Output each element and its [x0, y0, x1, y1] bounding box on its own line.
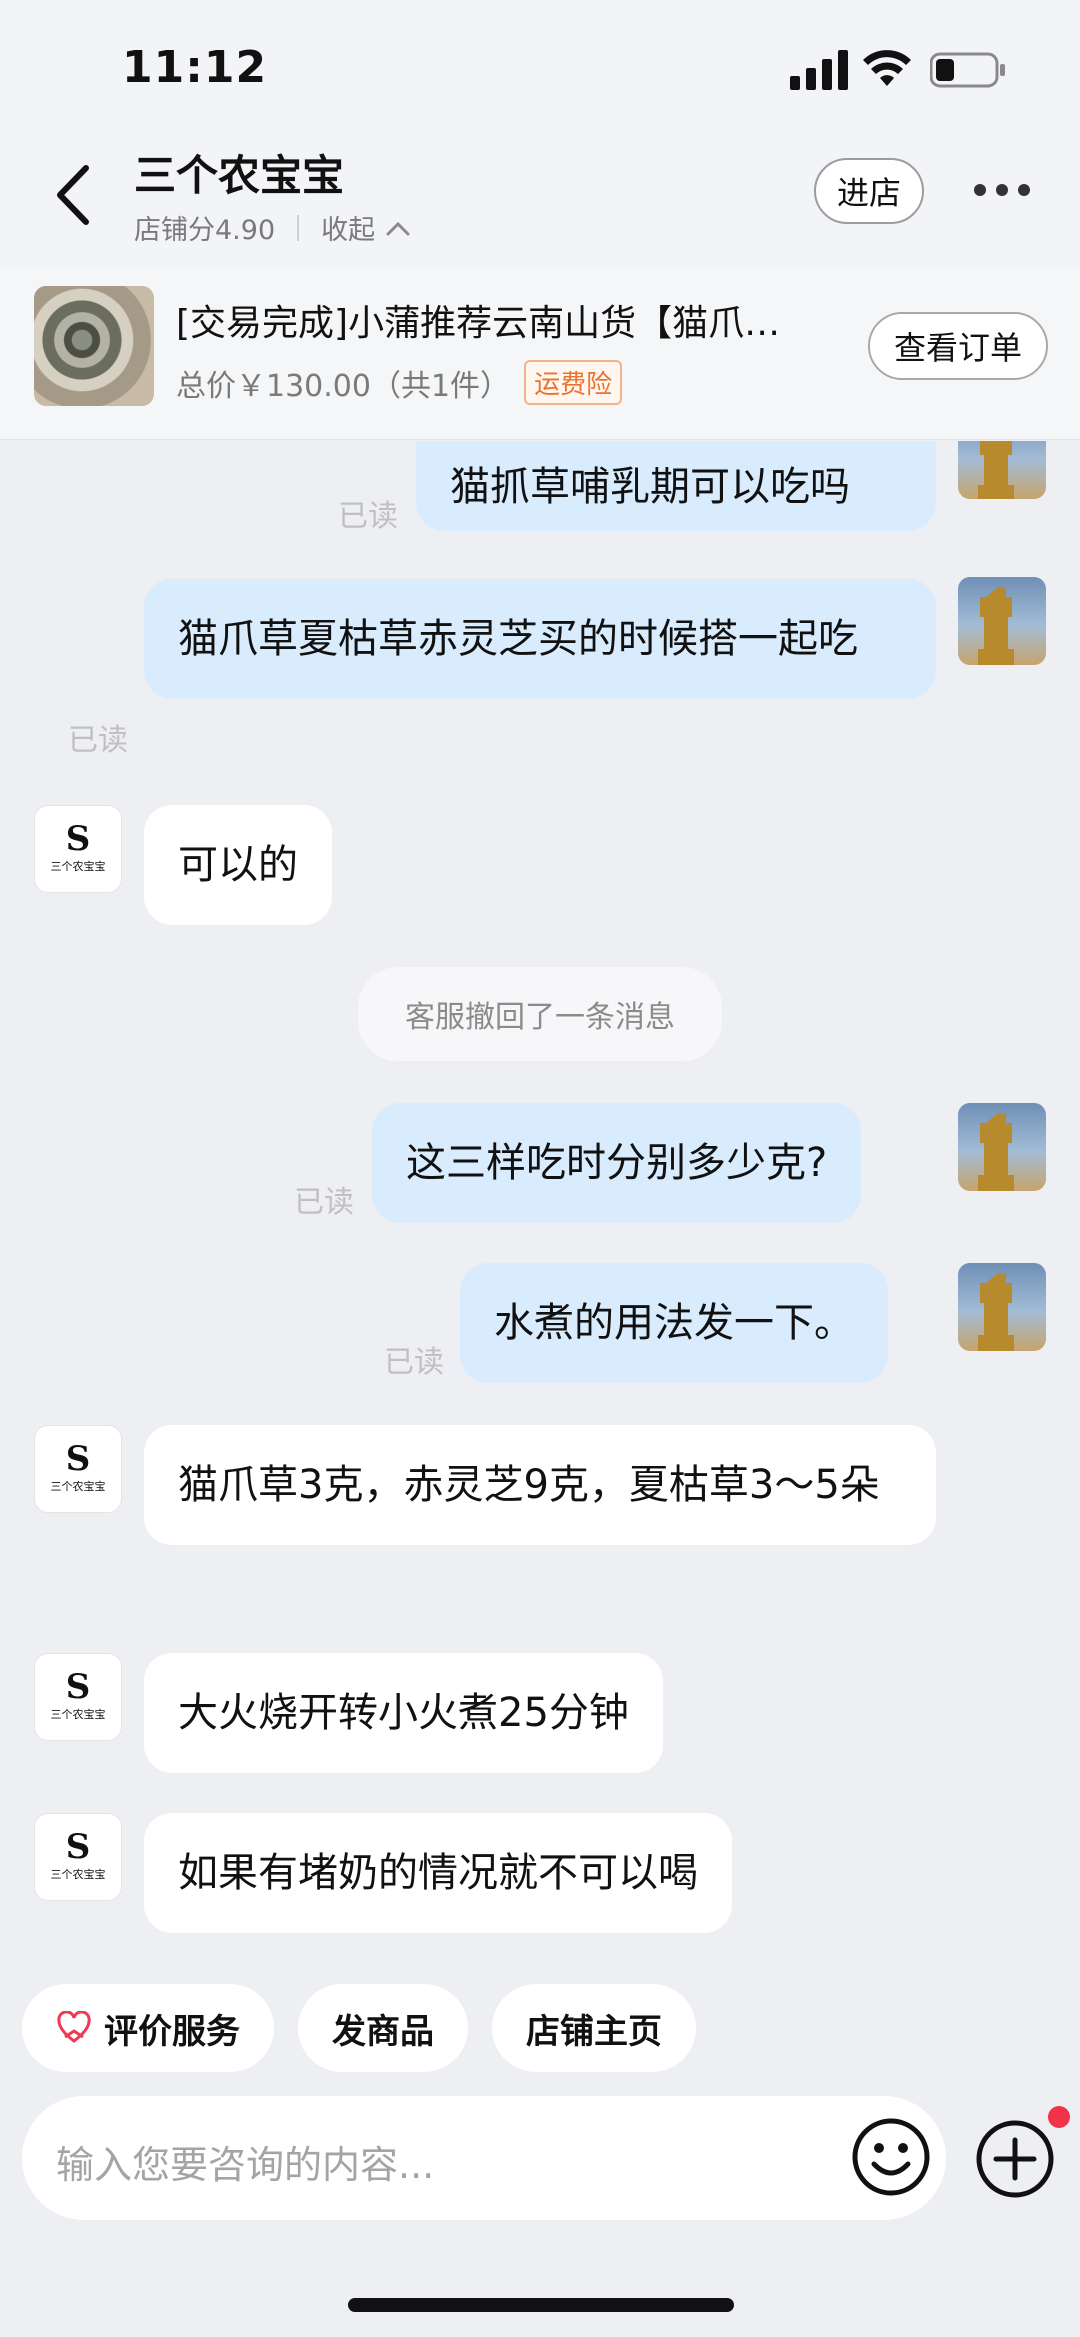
message-text: 这三样吃时分别多少克? — [406, 1140, 828, 1186]
shop-name[interactable]: 三个农宝宝 — [134, 142, 344, 203]
read-receipt: 已读 — [294, 1185, 354, 1220]
shop-logo-mark: S — [65, 1439, 91, 1479]
shop-logo-mark: S — [65, 1827, 91, 1867]
order-title: [交易完成]小蒲推荐云南山货【猫爪… — [176, 303, 781, 344]
home-indicator[interactable] — [348, 2298, 734, 2312]
divider — [297, 214, 300, 241]
user-avatar[interactable] — [958, 1263, 1046, 1351]
notification-dot — [1048, 2106, 1070, 2128]
shop-logo-name: 三个农宝宝 — [50, 1480, 106, 1493]
product-thumbnail[interactable] — [34, 286, 154, 406]
quick-actions: 评价服务 发商品 店铺主页 — [22, 1984, 696, 2074]
store-home-chip[interactable]: 店铺主页 — [492, 1984, 696, 2072]
view-order-button[interactable]: 查看订单 — [868, 312, 1048, 380]
add-attachment-icon[interactable] — [972, 2116, 1058, 2202]
message-bubble[interactable]: 猫爪草夏枯草赤灵芝买的时候搭一起吃 — [144, 579, 936, 699]
more-options-icon[interactable] — [972, 178, 1032, 202]
back-arrow-icon[interactable] — [50, 160, 96, 230]
enter-store-button[interactable]: 进店 — [814, 158, 924, 224]
chat-header: 三个农宝宝 店铺分4.90 收起 进店 — [0, 130, 1080, 270]
statue-icon — [978, 441, 1014, 499]
chevron-up-icon — [386, 221, 410, 235]
order-price-row: 总价￥130.00（共1件） 运费险 — [176, 360, 623, 405]
message-text: 猫抓草哺乳期可以吃吗 — [450, 464, 850, 510]
read-receipt: 已读 — [338, 499, 398, 534]
freight-insurance-tag: 运费险 — [524, 360, 623, 405]
status-bar: 11:12 — [0, 0, 1080, 130]
chip-label: 评价服务 — [104, 2011, 240, 2052]
emoji-icon[interactable] — [848, 2114, 934, 2200]
message-bubble[interactable]: 水煮的用法发一下。 — [460, 1263, 888, 1383]
shop-avatar[interactable]: S 三个农宝宝 — [34, 805, 122, 893]
message-text: 大火烧开转小火煮25分钟 — [178, 1690, 629, 1736]
heart-hand-icon — [57, 2011, 91, 2043]
statue-icon — [978, 587, 1014, 665]
input-placeholder: 输入您要咨询的内容... — [56, 2143, 435, 2187]
statue-icon — [978, 1113, 1014, 1191]
system-notice: 客服撤回了一条消息 — [358, 967, 722, 1061]
chip-label: 店铺主页 — [526, 2011, 662, 2052]
chat-messages[interactable]: 猫抓草哺乳期可以吃吗 已读 猫爪草夏枯草赤灵芝买的时候搭一起吃 已读 S 三个农… — [0, 441, 1080, 1981]
message-text: 可以的 — [178, 842, 298, 888]
read-receipt: 已读 — [384, 1345, 444, 1380]
shop-logo-name: 三个农宝宝 — [50, 1708, 106, 1721]
message-bubble[interactable]: 猫抓草哺乳期可以吃吗 — [416, 441, 936, 531]
cellular-signal-icon — [790, 50, 848, 90]
message-text: 猫爪草3克，赤灵芝9克，夏枯草3～5朵 — [178, 1462, 880, 1508]
collapse-label: 收起 — [321, 215, 376, 246]
message-text: 水煮的用法发一下。 — [494, 1300, 854, 1346]
message-bubble[interactable]: 大火烧开转小火煮25分钟 — [144, 1653, 663, 1773]
chip-label: 发商品 — [332, 2011, 434, 2052]
message-bubble[interactable]: 猫爪草3克，赤灵芝9克，夏枯草3～5朵 — [144, 1425, 936, 1545]
send-product-chip[interactable]: 发商品 — [298, 1984, 468, 2072]
battery-icon — [930, 52, 1005, 88]
shop-avatar[interactable]: S 三个农宝宝 — [34, 1813, 122, 1901]
rate-service-chip[interactable]: 评价服务 — [22, 1984, 274, 2072]
shop-info-row: 店铺分4.90 收起 — [134, 208, 411, 247]
order-price: 总价￥130.00（共1件） — [176, 368, 511, 404]
status-time: 11:12 — [122, 42, 268, 93]
shop-logo-name: 三个农宝宝 — [50, 860, 106, 873]
message-text: 如果有堵奶的情况就不可以喝 — [178, 1850, 698, 1896]
message-input[interactable]: 输入您要咨询的内容... — [22, 2096, 946, 2220]
shop-logo-name: 三个农宝宝 — [50, 1868, 106, 1881]
shop-avatar[interactable]: S 三个农宝宝 — [34, 1425, 122, 1513]
order-card[interactable]: [交易完成]小蒲推荐云南山货【猫爪… 总价￥130.00（共1件） 运费险 查看… — [0, 270, 1080, 440]
user-avatar[interactable] — [958, 1103, 1046, 1191]
message-bubble[interactable]: 这三样吃时分别多少克? — [372, 1103, 862, 1223]
shop-avatar[interactable]: S 三个农宝宝 — [34, 1653, 122, 1741]
shop-logo-mark: S — [65, 1667, 91, 1707]
message-text: 猫爪草夏枯草赤灵芝买的时候搭一起吃 — [178, 616, 858, 662]
message-bubble[interactable]: 可以的 — [144, 805, 332, 925]
shop-logo-mark: S — [65, 819, 91, 859]
message-bubble[interactable]: 如果有堵奶的情况就不可以喝 — [144, 1813, 732, 1933]
user-avatar[interactable] — [958, 441, 1046, 499]
wifi-icon — [863, 50, 911, 86]
user-avatar[interactable] — [958, 577, 1046, 665]
collapse-toggle[interactable]: 收起 — [321, 208, 411, 247]
read-receipt: 已读 — [68, 723, 128, 758]
statue-icon — [978, 1273, 1014, 1351]
shop-score: 店铺分4.90 — [134, 215, 276, 246]
